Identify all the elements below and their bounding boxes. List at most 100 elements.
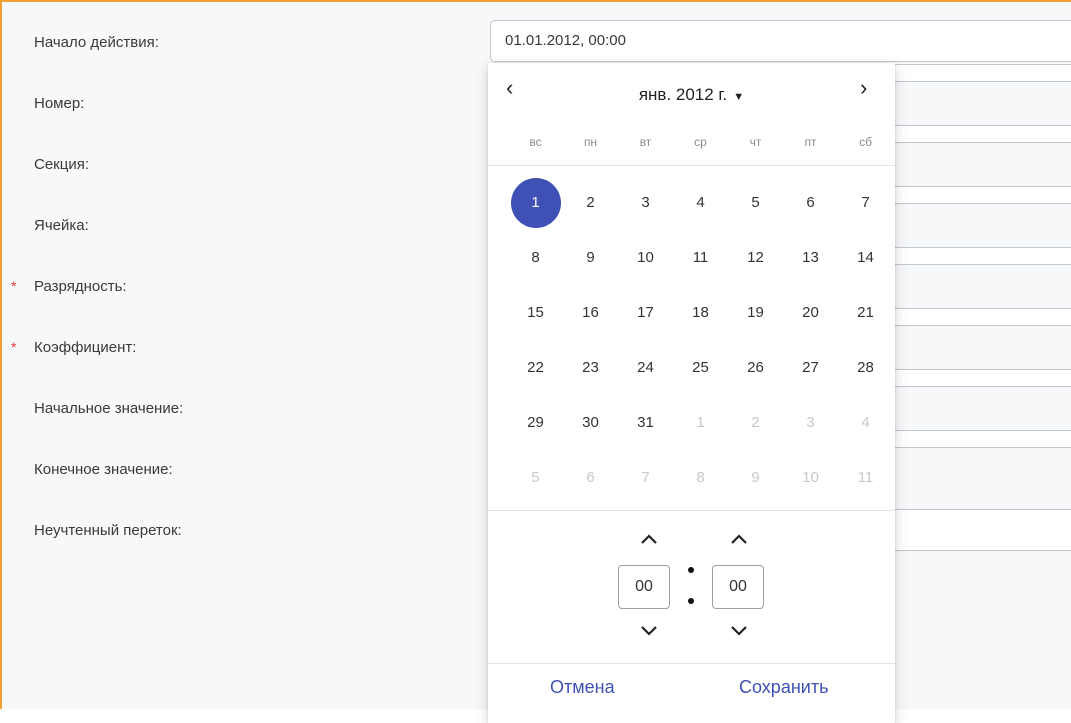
calendar-day-label: 23 bbox=[582, 359, 599, 376]
calendar-day[interactable]: 27 bbox=[783, 348, 838, 388]
calendar-day-label: 10 bbox=[802, 469, 819, 486]
calendar-day[interactable]: 2 bbox=[563, 183, 618, 223]
weekday-label: ср bbox=[694, 135, 707, 149]
calendar-day-label: 2 bbox=[751, 414, 760, 431]
label-number: Номер: bbox=[34, 95, 85, 112]
weekday-label: пн bbox=[583, 135, 598, 149]
calendar-day[interactable]: 16 bbox=[563, 293, 618, 333]
label-start-date: Начало действия: bbox=[34, 34, 159, 51]
calendar-day-label: 27 bbox=[802, 359, 819, 376]
chevron-right-icon[interactable]: › bbox=[860, 77, 867, 99]
calendar-day-label: 6 bbox=[586, 469, 595, 486]
hours-input[interactable]: 00 bbox=[618, 565, 670, 609]
calendar-day[interactable]: 5 bbox=[728, 183, 783, 223]
calendar-day-selected[interactable]: 1 bbox=[508, 178, 563, 228]
start-date-input[interactable]: 01.01.2012, 00:00 bbox=[490, 20, 1071, 62]
weekday-label: вс bbox=[529, 135, 542, 149]
calendar-day-label: 3 bbox=[641, 194, 650, 211]
weekday-label: вт bbox=[639, 135, 652, 149]
weekday-label: чт bbox=[749, 135, 762, 149]
calendar-day[interactable]: 29 bbox=[508, 403, 563, 443]
calendar-day-label: 4 bbox=[861, 414, 870, 431]
calendar-day[interactable]: 6 bbox=[783, 183, 838, 223]
divider bbox=[488, 165, 895, 166]
calendar-day[interactable]: 3 bbox=[783, 403, 838, 443]
calendar-day[interactable]: 7 bbox=[838, 183, 893, 223]
calendar-day-label: 29 bbox=[527, 414, 544, 431]
calendar-day[interactable]: 15 bbox=[508, 293, 563, 333]
label-cell: Ячейка: bbox=[34, 217, 89, 234]
calendar-day[interactable]: 30 bbox=[563, 403, 618, 443]
calendar-day-label: 1 bbox=[510, 178, 561, 228]
calendar-day-label: 30 bbox=[582, 414, 599, 431]
calendar-day-label: 9 bbox=[586, 249, 595, 266]
save-button[interactable]: Сохранить bbox=[739, 677, 828, 698]
divider bbox=[488, 510, 895, 511]
calendar-day[interactable]: 24 bbox=[618, 348, 673, 388]
calendar-day[interactable]: 31 bbox=[618, 403, 673, 443]
time-colon-dot bbox=[688, 567, 694, 573]
minutes-input[interactable]: 00 bbox=[712, 565, 764, 609]
calendar-day-label: 10 bbox=[637, 249, 654, 266]
calendar-day-label: 24 bbox=[637, 359, 654, 376]
calendar-day-label: 11 bbox=[692, 249, 709, 266]
calendar-day[interactable]: 19 bbox=[728, 293, 783, 333]
calendar-day-label: 17 bbox=[637, 304, 654, 321]
calendar-day[interactable]: 7 bbox=[618, 458, 673, 498]
calendar-day[interactable]: 4 bbox=[838, 403, 893, 443]
calendar-day[interactable]: 14 bbox=[838, 238, 893, 278]
calendar-day[interactable]: 13 bbox=[783, 238, 838, 278]
weekday-label: сб bbox=[859, 135, 872, 149]
required-marker: * bbox=[11, 339, 17, 355]
calendar-day[interactable]: 10 bbox=[783, 458, 838, 498]
minute-down-icon[interactable] bbox=[724, 623, 754, 639]
calendar-day[interactable]: 1 bbox=[673, 403, 728, 443]
calendar-day-label: 5 bbox=[531, 469, 540, 486]
calendar-day[interactable]: 10 bbox=[618, 238, 673, 278]
calendar-day[interactable]: 18 bbox=[673, 293, 728, 333]
hour-down-icon[interactable] bbox=[634, 623, 664, 639]
calendar-day-label: 8 bbox=[696, 469, 705, 486]
calendar-day[interactable]: 9 bbox=[563, 238, 618, 278]
calendar-day[interactable]: 12 bbox=[728, 238, 783, 278]
hour-up-icon[interactable] bbox=[634, 531, 664, 547]
calendar-day[interactable]: 9 bbox=[728, 458, 783, 498]
caret-down-icon: ▼ bbox=[733, 91, 745, 103]
calendar-day[interactable]: 22 bbox=[508, 348, 563, 388]
calendar-day-label: 5 bbox=[751, 194, 760, 211]
calendar-day-label: 26 bbox=[747, 359, 764, 376]
label-section: Секция: bbox=[34, 156, 89, 173]
weekday-label: пт bbox=[804, 135, 817, 149]
calendar-day[interactable]: 8 bbox=[508, 238, 563, 278]
label-final-value: Конечное значение: bbox=[34, 461, 173, 478]
calendar-day[interactable]: 20 bbox=[783, 293, 838, 333]
calendar-day-label: 21 bbox=[857, 304, 874, 321]
minute-up-icon[interactable] bbox=[724, 531, 754, 547]
calendar-day[interactable]: 17 bbox=[618, 293, 673, 333]
calendar-day[interactable]: 3 bbox=[618, 183, 673, 223]
calendar-day[interactable]: 26 bbox=[728, 348, 783, 388]
cancel-button[interactable]: Отмена bbox=[550, 677, 615, 698]
required-marker: * bbox=[11, 278, 17, 294]
calendar-day[interactable]: 25 bbox=[673, 348, 728, 388]
calendar-day[interactable]: 21 bbox=[838, 293, 893, 333]
label-coefficient: Коэффициент: bbox=[34, 339, 137, 356]
calendar-day-label: 2 bbox=[586, 194, 595, 211]
calendar-day[interactable]: 2 bbox=[728, 403, 783, 443]
calendar-day[interactable]: 4 bbox=[673, 183, 728, 223]
calendar-day-label: 31 bbox=[637, 414, 654, 431]
calendar-day[interactable]: 23 bbox=[563, 348, 618, 388]
calendar-day[interactable]: 5 bbox=[508, 458, 563, 498]
calendar-day-label: 20 bbox=[802, 304, 819, 321]
calendar-day[interactable]: 11 bbox=[838, 458, 893, 498]
calendar-day-label: 8 bbox=[531, 249, 540, 266]
calendar-day[interactable]: 28 bbox=[838, 348, 893, 388]
calendar-day[interactable]: 6 bbox=[563, 458, 618, 498]
calendar-day[interactable]: 8 bbox=[673, 458, 728, 498]
label-unaccounted-flow: Неучтенный переток: bbox=[34, 522, 182, 539]
calendar-day-label: 4 bbox=[696, 194, 705, 211]
month-selector[interactable]: янв. 2012 г. ▼ bbox=[488, 85, 895, 105]
calendar-day-label: 3 bbox=[806, 414, 815, 431]
divider bbox=[488, 663, 895, 664]
calendar-day[interactable]: 11 bbox=[673, 238, 728, 278]
